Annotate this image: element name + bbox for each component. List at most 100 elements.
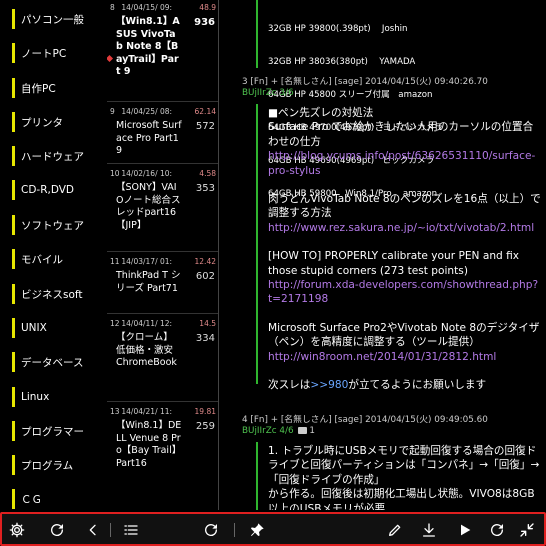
thread-meta: 12 14/04/11/ 12: 14.5 [110, 319, 216, 331]
thread-response-count: 572 [195, 121, 215, 132]
category-item-program[interactable]: プログラム [12, 452, 92, 478]
category-label: モバイル [21, 253, 63, 266]
category-marker [12, 9, 15, 29]
thread-title: 【Win8.1】DELL Venue 8 Pro【Bay Trail】Part1… [116, 420, 182, 469]
category-marker [12, 215, 15, 235]
collapse-icon[interactable] [518, 521, 536, 539]
category-item-unix[interactable]: UNIX [12, 315, 92, 341]
post-user-id-text: BUjIIrZc 4/6 [242, 426, 294, 436]
post-text-fragment: が立てるようにお願いします [348, 379, 487, 392]
post-text: から作る。回復後は初期化工場出し状態。VIVO8は8GB以上のUSBメモリが必要 [268, 488, 535, 510]
thread-row[interactable]: 12 14/04/11/ 12: 14.5 【クローム】低価格・激安 Chrome… [107, 316, 218, 402]
thread-number: 9 [110, 107, 115, 116]
category-item-printer[interactable]: プリンタ [12, 109, 92, 135]
gear-icon[interactable] [8, 521, 26, 539]
category-item-business-soft[interactable]: ビジネスsoft [12, 281, 92, 307]
thread-response-count: 353 [195, 183, 215, 194]
list-icon[interactable] [122, 521, 140, 539]
post-text-fragment: 次スレは [268, 379, 311, 392]
thread-date: 14/03/17/ 01: [121, 257, 173, 266]
category-label: UNIX [21, 322, 47, 334]
download-icon[interactable] [420, 521, 438, 539]
refresh-icon[interactable] [488, 521, 506, 539]
category-item-notebook[interactable]: ノートPC [12, 40, 92, 66]
thread-row[interactable]: 8 14/04/15/ 09: 48.9 【Win8.1】ASUS VivoTab… [107, 0, 218, 102]
pencil-icon[interactable] [386, 521, 404, 539]
category-marker [12, 455, 15, 475]
post-body: ■ペン先ズレの対処法 Surface Pro でお絵かきしたい人用のカーソルの位… [268, 106, 542, 393]
reload-icon[interactable] [202, 521, 220, 539]
thread-date: 14/04/15/ 09: [121, 3, 173, 12]
thread-meta: 9 14/04/25/ 08: 62.14 [110, 107, 216, 119]
refresh-icon[interactable] [48, 521, 66, 539]
thread-speed: 19.81 [194, 407, 216, 416]
comment-icon [297, 427, 307, 434]
post-link[interactable]: http://win8room.net/2014/01/31/2812.html [268, 350, 542, 364]
post-header[interactable]: 4 [Fn] + [名無しさん] [sage] 2014/04/15(火) 09… [242, 412, 488, 425]
thread-response-count: 602 [195, 271, 215, 282]
category-marker [12, 352, 15, 372]
category-marker [12, 43, 15, 63]
category-marker [12, 387, 15, 407]
reply-anchor-link[interactable]: >>980 [310, 379, 348, 391]
category-label: ＣＧ [21, 493, 42, 506]
thread-response-count: 936 [194, 17, 215, 28]
post-quote-line [256, 442, 258, 510]
thread-speed: 14.5 [199, 319, 216, 328]
category-marker [12, 180, 15, 200]
category-label: プログラム [21, 459, 74, 472]
thread-row[interactable]: 9 14/04/25/ 08: 62.14 Microsoft Surface P… [107, 104, 218, 164]
thread-response-count: 334 [195, 333, 215, 344]
category-label: プログラマー [21, 425, 84, 438]
post-user-id[interactable]: BUjIIrZc 3/6 [242, 88, 294, 98]
post-link[interactable]: http://www.rez.sakura.ne.jp/~io/txt/vivo… [268, 221, 542, 235]
reply-count: 1 [309, 426, 315, 436]
thread-reader[interactable]: 32GB HP 39800(.398pt) Joshin 32GB HP 380… [222, 0, 546, 510]
thread-number: 11 [110, 257, 120, 266]
play-icon[interactable] [456, 521, 474, 539]
thread-title: ThinkPad T シリーズ Part71 [116, 270, 181, 294]
pin-icon[interactable] [248, 521, 266, 539]
back-chevron-icon[interactable] [84, 521, 102, 539]
category-item-software[interactable]: ソフトウェア [12, 212, 92, 238]
bottom-toolbar [0, 512, 546, 546]
category-item-programmer[interactable]: プログラマー [12, 418, 92, 444]
post-text: 1. トラブル時にUSBメモリで起動回復する場合の回復ドライブと回復パーティショ… [268, 445, 540, 486]
thread-date: 14/04/11/ 12: [121, 319, 173, 328]
thread-title: 【クローム】低価格・激安 ChromeBook [116, 332, 177, 369]
post-text: 肉うどんVivoTab Note 8のペンのズレを16点（以上）で調整する方法 [268, 193, 541, 220]
thread-row[interactable]: 11 14/03/17/ 01: 12.42 ThinkPad T シリーズ Pa… [107, 254, 218, 314]
category-label: データベース [21, 356, 84, 369]
post-text: ■ペン先ズレの対処法 [268, 107, 374, 119]
thread-number: 13 [110, 407, 120, 416]
post-text: 次スレは>>980が立てるようにお願いします [268, 378, 542, 392]
thread-number: 8 [110, 3, 115, 12]
thread-row[interactable]: 13 14/04/21/ 11: 19.81 【Win8.1】DELL Venue… [107, 404, 218, 510]
post-user-id[interactable]: BUjIIrZc 4/6 1 [242, 426, 315, 436]
thread-date: 14/02/16/ 10: [121, 169, 173, 178]
category-item-custom-pc[interactable]: 自作PC [12, 75, 92, 101]
post-body: 1. トラブル時にUSBメモリで起動回復する場合の回復ドライブと回復パーティショ… [268, 444, 542, 510]
thread-meta: 11 14/03/17/ 01: 12.42 [110, 257, 216, 269]
post-3: 3 [Fn] + [名無しさん] [sage] 2014/04/15(火) 09… [222, 74, 546, 396]
post-text: Surface Pro でお絵かきしたい人用のカーソルの位置合わせの仕方 [268, 121, 534, 148]
category-item-hardware[interactable]: ハードウェア [12, 143, 92, 169]
post-link[interactable]: http://blog.ycums.info/post/63626531110/… [268, 149, 542, 178]
category-item-linux[interactable]: Linux [12, 384, 92, 410]
category-item-pc-general[interactable]: パソコン一般 [12, 6, 92, 32]
thread-speed: 62.14 [194, 107, 216, 116]
unread-marker-icon [107, 54, 114, 63]
thread-row[interactable]: 10 14/02/16/ 10: 4.58 【SONY】VAIOノート総合スレッド… [107, 166, 218, 252]
category-item-cdr-dvd[interactable]: CD-R,DVD [12, 177, 92, 203]
category-item-cg[interactable]: ＣＧ [12, 486, 92, 512]
thread-response-count: 259 [195, 421, 215, 432]
category-label: ビジネスsoft [21, 288, 83, 301]
category-item-database[interactable]: データベース [12, 349, 92, 375]
thread-speed: 12.42 [194, 257, 216, 266]
category-marker [12, 284, 15, 304]
category-marker [12, 489, 15, 509]
category-label: CD-R,DVD [21, 184, 75, 196]
category-item-mobile[interactable]: モバイル [12, 246, 92, 272]
post-link[interactable]: http://forum.xda-developers.com/showthre… [268, 278, 542, 307]
post-header[interactable]: 3 [Fn] + [名無しさん] [sage] 2014/04/15(火) 09… [242, 74, 488, 87]
